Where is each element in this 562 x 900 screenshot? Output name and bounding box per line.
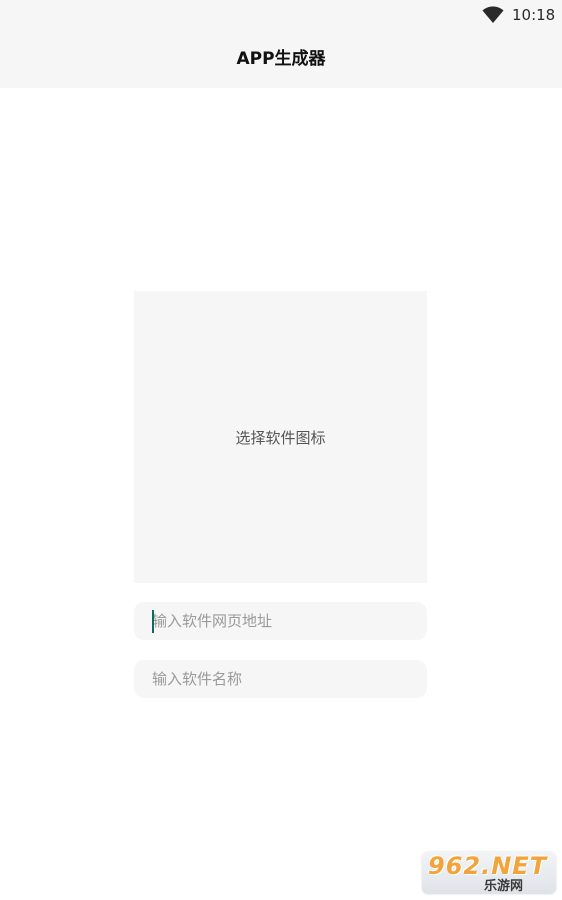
page-title: APP生成器 <box>236 49 326 69</box>
status-time: 10:18 <box>512 6 556 24</box>
icon-picker-button[interactable]: 选择软件图标 <box>134 291 427 583</box>
name-field-container <box>134 660 427 698</box>
top-area: 10:18 APP生成器 <box>0 0 562 88</box>
watermark-subtitle: 乐游网 <box>484 879 524 894</box>
text-cursor <box>152 610 154 633</box>
icon-picker-label: 选择软件图标 <box>235 428 326 447</box>
url-input[interactable] <box>134 602 427 640</box>
watermark-logo: 962.NET 乐游网 <box>422 852 556 894</box>
status-bar: 10:18 <box>0 0 562 30</box>
url-field-container <box>134 602 427 640</box>
name-input[interactable] <box>134 660 427 698</box>
wifi-icon <box>482 6 504 23</box>
